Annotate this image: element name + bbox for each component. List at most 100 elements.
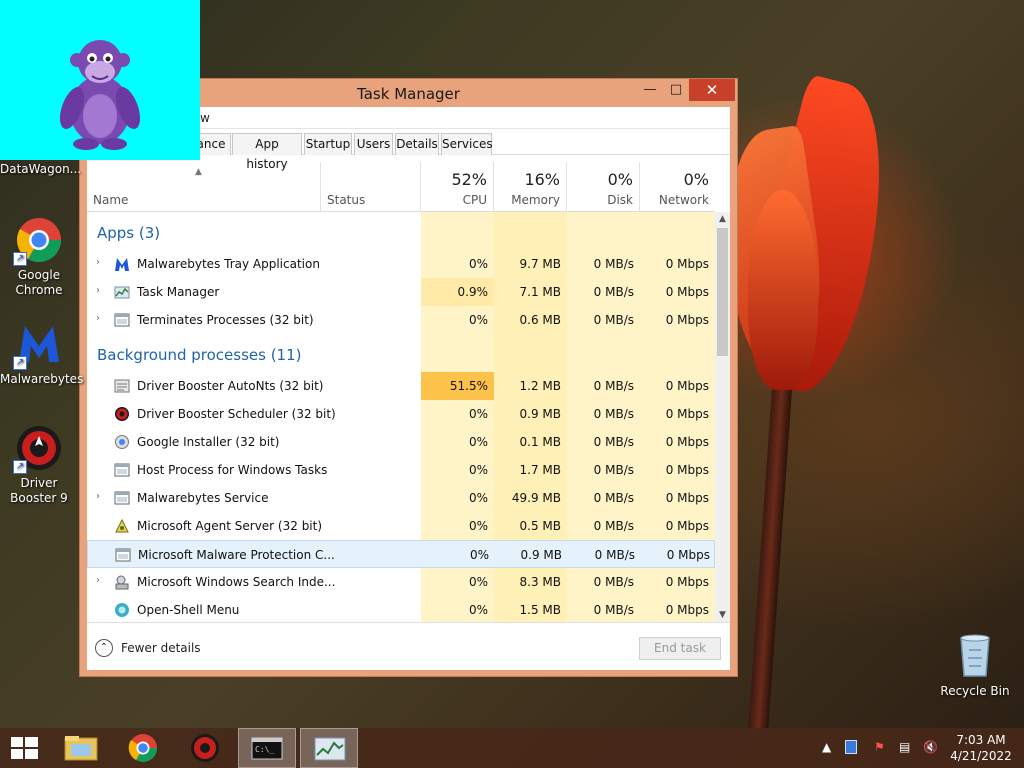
minimize-button[interactable]: —: [637, 79, 663, 101]
scroll-down-icon[interactable]: ▼: [715, 608, 730, 622]
process-name: Task Manager: [137, 285, 220, 299]
window-content: w ance App history Startup Users Details…: [87, 107, 730, 670]
taskbar-file-explorer[interactable]: [52, 728, 110, 768]
table-row[interactable]: › Microsoft Windows Search Inde... 0% 8.3 M…: [87, 568, 715, 596]
cpu-cell: 0%: [468, 463, 488, 477]
chevron-right-icon[interactable]: ›: [96, 313, 100, 324]
column-memory[interactable]: 16% Memory: [494, 162, 567, 212]
desktop-icon-label: Recycle Bin: [940, 684, 1010, 698]
column-network[interactable]: 0% Network: [640, 162, 715, 212]
agent-icon: [114, 518, 130, 534]
cpu-cell: 0%: [468, 257, 488, 271]
cpu-cell: 0%: [469, 548, 489, 562]
installer-icon: [114, 434, 130, 450]
menu-view-fragment[interactable]: w: [200, 111, 210, 125]
shell-icon: [114, 602, 130, 618]
end-task-button[interactable]: End task: [639, 637, 721, 660]
search-indexer-icon: [114, 574, 130, 590]
table-row[interactable]: Open-Shell Menu 0% 1.5 MB 0 MB/s 0 Mbps: [87, 596, 715, 622]
network-icon[interactable]: ▤: [899, 740, 910, 754]
group-heading-apps: Apps (3): [97, 224, 161, 242]
bonzi-icon: [59, 40, 141, 150]
cpu-cell: 0%: [468, 603, 488, 617]
disk-cell: 0 MB/s: [594, 548, 635, 562]
process-name: Driver Booster AutoNts (32 bit): [137, 379, 324, 393]
disk-cell: 0 MB/s: [593, 379, 634, 393]
window-icon: [114, 490, 130, 506]
bonzi-buddy-window[interactable]: [0, 0, 200, 160]
table-row[interactable]: › Terminates Processes (32 bit) 0% 0.6 MB 0 …: [87, 306, 715, 334]
fewer-details-link[interactable]: Fewer details: [121, 641, 201, 655]
show-hidden-icons-icon[interactable]: ▲: [822, 740, 831, 754]
tab-details[interactable]: Details: [395, 133, 439, 155]
table-row[interactable]: Driver Booster AutoNts (32 bit) 51.5% 1.2 …: [87, 372, 715, 400]
start-icon: [11, 737, 38, 759]
task-manager-icon: [114, 284, 130, 300]
maximize-button[interactable]: □: [663, 79, 689, 101]
column-cpu[interactable]: 52% CPU: [421, 162, 494, 212]
desktop-icon-datawagon[interactable]: DataWagon...: [0, 162, 81, 177]
desktop-icon-recycle-bin[interactable]: Recycle Bin: [936, 632, 1014, 699]
column-status[interactable]: Status: [321, 162, 421, 212]
tab-users[interactable]: Users: [354, 133, 393, 155]
volume-muted-icon[interactable]: 🔇: [923, 740, 938, 754]
battery-icon[interactable]: [845, 740, 857, 754]
network-cell: 0 Mbps: [665, 257, 709, 271]
desktop-icon-chrome[interactable]: ↗ Google Chrome: [0, 216, 78, 298]
table-row[interactable]: Host Process for Windows Tasks 0% 1.7 MB 0 …: [87, 456, 715, 484]
desktop-icon-malwarebytes[interactable]: ↗ Malwarebytes: [0, 320, 83, 387]
memory-cell: 8.3 MB: [519, 575, 561, 589]
column-disk[interactable]: 0% Disk: [567, 162, 640, 212]
system-clock[interactable]: 7:03 AM 4/21/2022: [945, 732, 1017, 764]
chevron-up-icon[interactable]: ⌃: [95, 639, 113, 657]
table-row[interactable]: › Malwarebytes Service 0% 49.9 MB 0 MB/s 0 Mb…: [87, 484, 715, 512]
scroll-thumb[interactable]: [717, 228, 728, 356]
table-row[interactable]: › Malwarebytes Tray Application 0% 9.7 MB 0 …: [87, 250, 715, 278]
close-button[interactable]: ✕: [689, 79, 735, 101]
column-status-label: Status: [327, 193, 366, 207]
desktop-icon-driver-booster[interactable]: ↗ Driver Booster 9: [0, 424, 78, 506]
table-row[interactable]: › Task Manager 0.9% 7.1 MB 0 MB/s 0 Mbps: [87, 278, 715, 306]
taskbar-driver-booster[interactable]: [176, 728, 234, 768]
tab-services[interactable]: Services: [441, 133, 493, 155]
column-name[interactable]: Name: [87, 162, 321, 212]
taskbar-task-manager[interactable]: [300, 728, 358, 768]
window-icon: [114, 312, 130, 328]
tab-startup[interactable]: Startup: [304, 133, 352, 155]
start-button[interactable]: [0, 728, 58, 768]
scroll-up-icon[interactable]: ▲: [715, 212, 730, 226]
cpu-cell: 0.9%: [421, 278, 494, 306]
memory-cell: 1.2 MB: [519, 379, 561, 393]
table-row[interactable]: Microsoft Malware Protection C... 0% 0.9 M…: [87, 540, 715, 568]
memory-total: 16%: [524, 170, 560, 189]
table-row[interactable]: Microsoft Agent Server (32 bit) 0% 0.5 MB 0…: [87, 512, 715, 540]
disk-cell: 0 MB/s: [593, 519, 634, 533]
network-cell: 0 Mbps: [665, 491, 709, 505]
tab-app-history[interactable]: App history: [232, 133, 302, 171]
driver-booster-icon: ↗: [13, 424, 63, 474]
network-cell: 0 Mbps: [665, 379, 709, 393]
table-row[interactable]: Google Installer (32 bit) 0% 0.1 MB 0 MB/s 0…: [87, 428, 715, 456]
group-heading-background: Background processes (11): [97, 346, 302, 364]
cpu-cell: 0%: [468, 435, 488, 449]
scrollbar[interactable]: ▲ ▼: [715, 212, 730, 622]
process-name: Malwarebytes Service: [137, 491, 269, 505]
chevron-right-icon[interactable]: ›: [96, 257, 100, 268]
network-cell: 0 Mbps: [666, 548, 710, 562]
clock-date: 4/21/2022: [950, 749, 1012, 763]
taskbar-chrome[interactable]: [114, 728, 172, 768]
memory-cell: 9.7 MB: [519, 257, 561, 271]
memory-cell: 0.5 MB: [519, 519, 561, 533]
disk-total: 0%: [607, 170, 633, 189]
action-center-flag-icon[interactable]: ⚑: [874, 740, 885, 754]
table-row[interactable]: Driver Booster Scheduler (32 bit) 0% 0.9 M…: [87, 400, 715, 428]
cpu-cell: 0%: [468, 491, 488, 505]
chevron-right-icon[interactable]: ›: [96, 285, 100, 296]
cpu-cell: 0%: [468, 575, 488, 589]
taskbar-command-prompt[interactable]: C:\_: [238, 728, 296, 768]
chevron-right-icon[interactable]: ›: [96, 491, 100, 502]
column-cpu-label: CPU: [462, 193, 487, 207]
malwarebytes-icon: [114, 256, 130, 272]
chevron-right-icon[interactable]: ›: [96, 575, 100, 586]
cpu-cell: 0%: [468, 313, 488, 327]
